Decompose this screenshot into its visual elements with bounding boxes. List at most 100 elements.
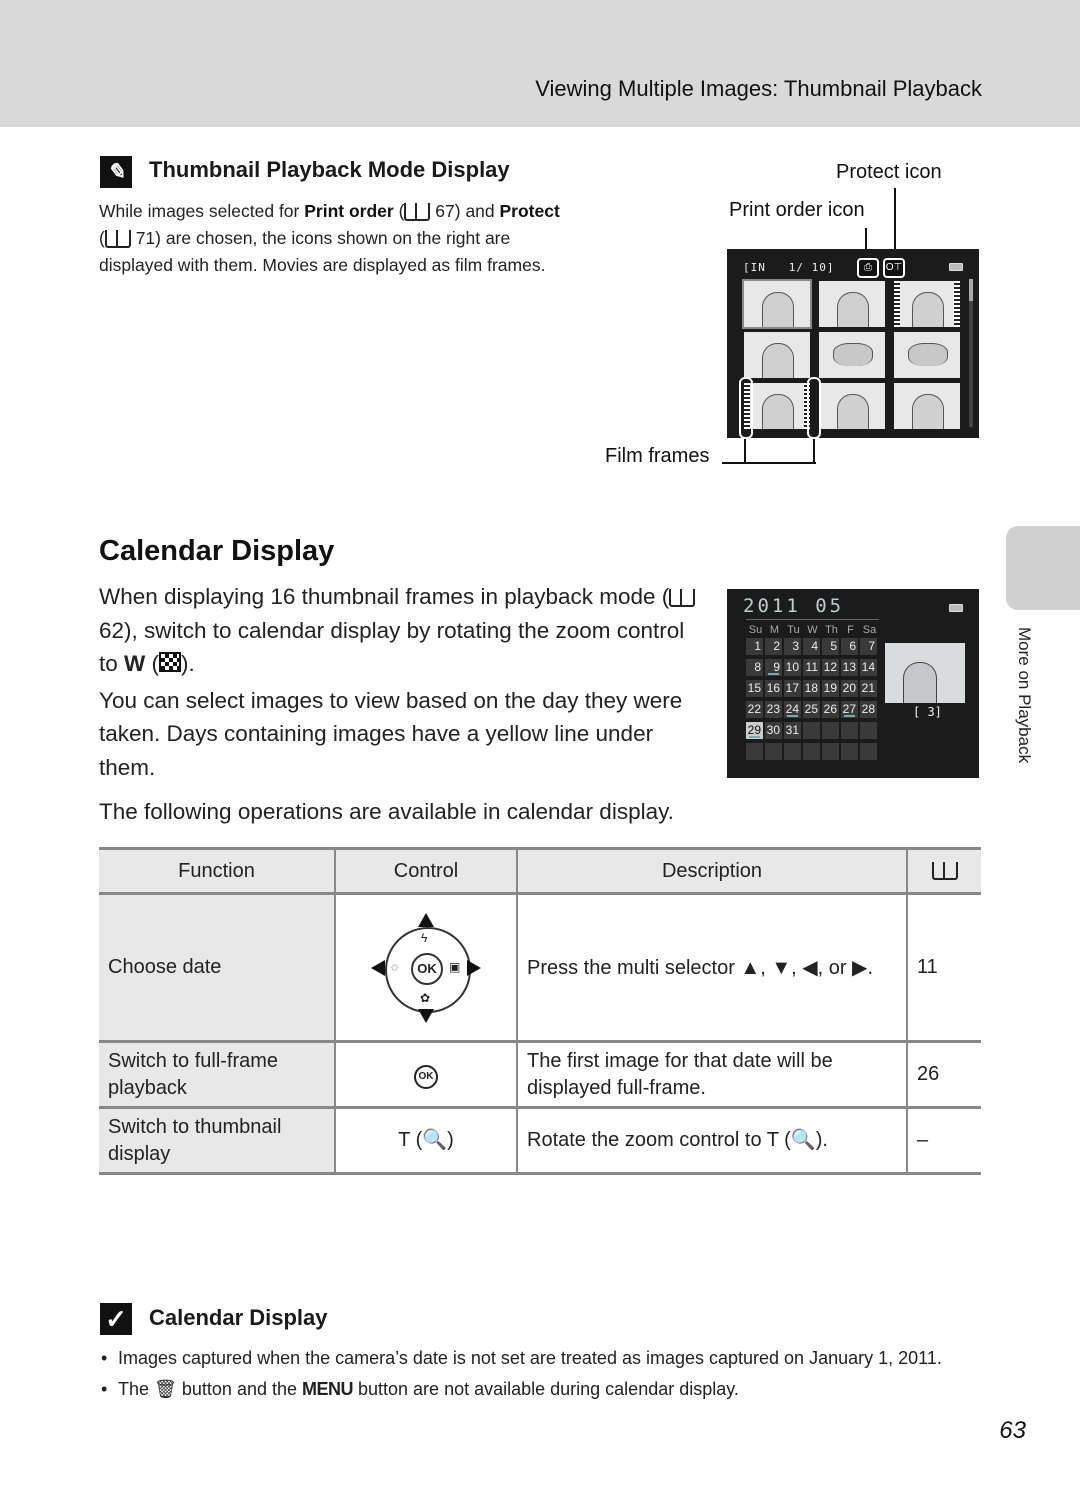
image-thumbnail[interactable] [744,332,810,378]
list-item: The 🗑 button and the MENU button are not… [99,1376,979,1403]
calendar-grid-icon [159,652,182,672]
calendar-day[interactable]: 4 [803,638,820,655]
image-thumbnail[interactable] [894,332,960,378]
divider [746,619,879,620]
paragraph: When displaying 16 thumbnail frames in p… [99,580,699,681]
calendar-day[interactable]: 15 [746,680,763,697]
calendar-day[interactable]: 1 [746,638,763,655]
down-arrow-icon [418,1008,434,1023]
book-icon [669,589,696,608]
calendar-day[interactable]: 17 [784,680,801,697]
zoom-t-icon: T (🔍) [398,1129,454,1151]
calendar-day[interactable]: 25 [803,701,820,718]
calendar-empty-cell [860,722,877,739]
calendar-empty-cell [765,743,782,760]
description-cell: Press the multi selector ▲, ▼, ◀, or ▶. [516,893,907,1043]
calendar-day[interactable]: 23 [765,701,782,718]
movie-thumbnail[interactable] [894,281,960,327]
book-icon [931,862,958,881]
chapter-tab[interactable] [1006,526,1080,610]
tip-list: Images captured when the camera’s date i… [99,1345,979,1407]
movie-thumbnail[interactable] [744,383,810,429]
note-text: ) and [454,201,500,221]
calendar-days: 1 2 3 4 5 6 7 8 9 10 11 12 13 14 15 16 17 18 19 20 21 22 23 24 2… [746,638,877,760]
note-text: ) are chosen, the icons shown on the rig… [99,228,546,275]
battery-icon [949,604,963,612]
control-cell: T (🔍) [334,1107,517,1175]
image-thumbnail[interactable] [894,383,960,429]
calendar-day[interactable]: 29 [746,722,763,739]
weekday-label: Su [748,624,763,636]
calendar-day[interactable]: 20 [841,680,858,697]
calendar-day[interactable]: 8 [746,659,763,676]
menu-button-label: MENU [302,1379,354,1399]
image-thumbnail[interactable] [819,383,885,429]
scrollbar[interactable] [969,279,973,427]
calendar-day[interactable]: 18 [803,680,820,697]
calendar-day[interactable]: 2 [765,638,782,655]
book-icon [404,203,431,222]
calendar-day[interactable]: 28 [860,701,877,718]
control-cell: ϟ ◌ ▣ ✿ OK [334,893,517,1043]
weekday-label: W [807,624,818,636]
macro-icon: ✿ [420,990,431,1005]
page-ref-67[interactable]: 67 [435,201,454,221]
self-timer-icon: ◌ [391,959,399,974]
film-leader-line [722,462,816,464]
thumbnail-grid [742,279,960,429]
calendar-intro: When displaying 16 thumbnail frames in p… [99,580,699,784]
calendar-day[interactable]: 5 [822,638,839,655]
calendar-day[interactable]: 12 [822,659,839,676]
film-frame-highlight [739,377,753,439]
calendar-day[interactable]: 21 [860,680,877,697]
calendar-day[interactable]: 31 [784,722,801,739]
book-icon [104,230,131,249]
calendar-day[interactable]: 9 [765,659,782,676]
calendar-day[interactable]: 22 [746,701,763,718]
calendar-day[interactable]: 14 [860,659,877,676]
calendar-day[interactable]: 16 [765,680,782,697]
control-cell: OK [334,1041,517,1109]
year-month: 2011 05 [743,595,845,617]
right-arrow-icon [467,959,481,976]
page-number: 63 [999,1417,1026,1444]
calendar-day[interactable]: 30 [765,722,782,739]
col-control: Control [334,847,517,895]
preview-image [885,643,965,703]
flash-icon: ϟ [421,930,428,945]
image-thumbnail[interactable] [819,281,885,327]
note-body: While images selected for Print order ( … [99,198,569,279]
calendar-day[interactable]: 24 [784,701,801,718]
calendar-day[interactable]: 10 [784,659,801,676]
section-title: Calendar Display [99,535,335,567]
tip-title: Calendar Display [149,1305,328,1330]
film-frame-highlight [807,377,821,439]
col-function: Function [99,847,335,895]
calendar-day[interactable]: 11 [803,659,820,676]
operations-table: Function Control Description Choose date… [99,847,981,1175]
calendar-day[interactable]: 19 [822,680,839,697]
multi-selector-icon: ϟ ◌ ▣ ✿ OK [371,912,481,1023]
image-thumbnail[interactable] [819,332,885,378]
calendar-day[interactable]: 13 [841,659,858,676]
memory-indicator: [IN 1/ 10] [743,261,835,274]
image-count: [ 3] [913,705,942,719]
image-thumbnail[interactable] [742,279,812,329]
calendar-day[interactable]: 3 [784,638,801,655]
calendar-empty-cell [841,743,858,760]
pencil-note-icon: ✎ [100,156,132,188]
note-text: ( [393,201,405,221]
function-cell: Switch to thumbnail display [99,1107,335,1175]
calendar-day[interactable]: 27 [841,701,858,718]
calendar-empty-cell [822,743,839,760]
calendar-empty-cell [746,743,763,760]
calendar-day[interactable]: 7 [860,638,877,655]
calendar-day[interactable]: 26 [822,701,839,718]
w-zoom-label: W [124,651,146,676]
page-ref-71[interactable]: 71 [136,228,155,248]
calendar-day[interactable]: 6 [841,638,858,655]
up-arrow-icon [418,912,434,927]
function-cell: Switch to full-frame playback [99,1041,335,1109]
page-ref-62[interactable]: 62 [99,618,124,643]
calendar-empty-cell [803,743,820,760]
